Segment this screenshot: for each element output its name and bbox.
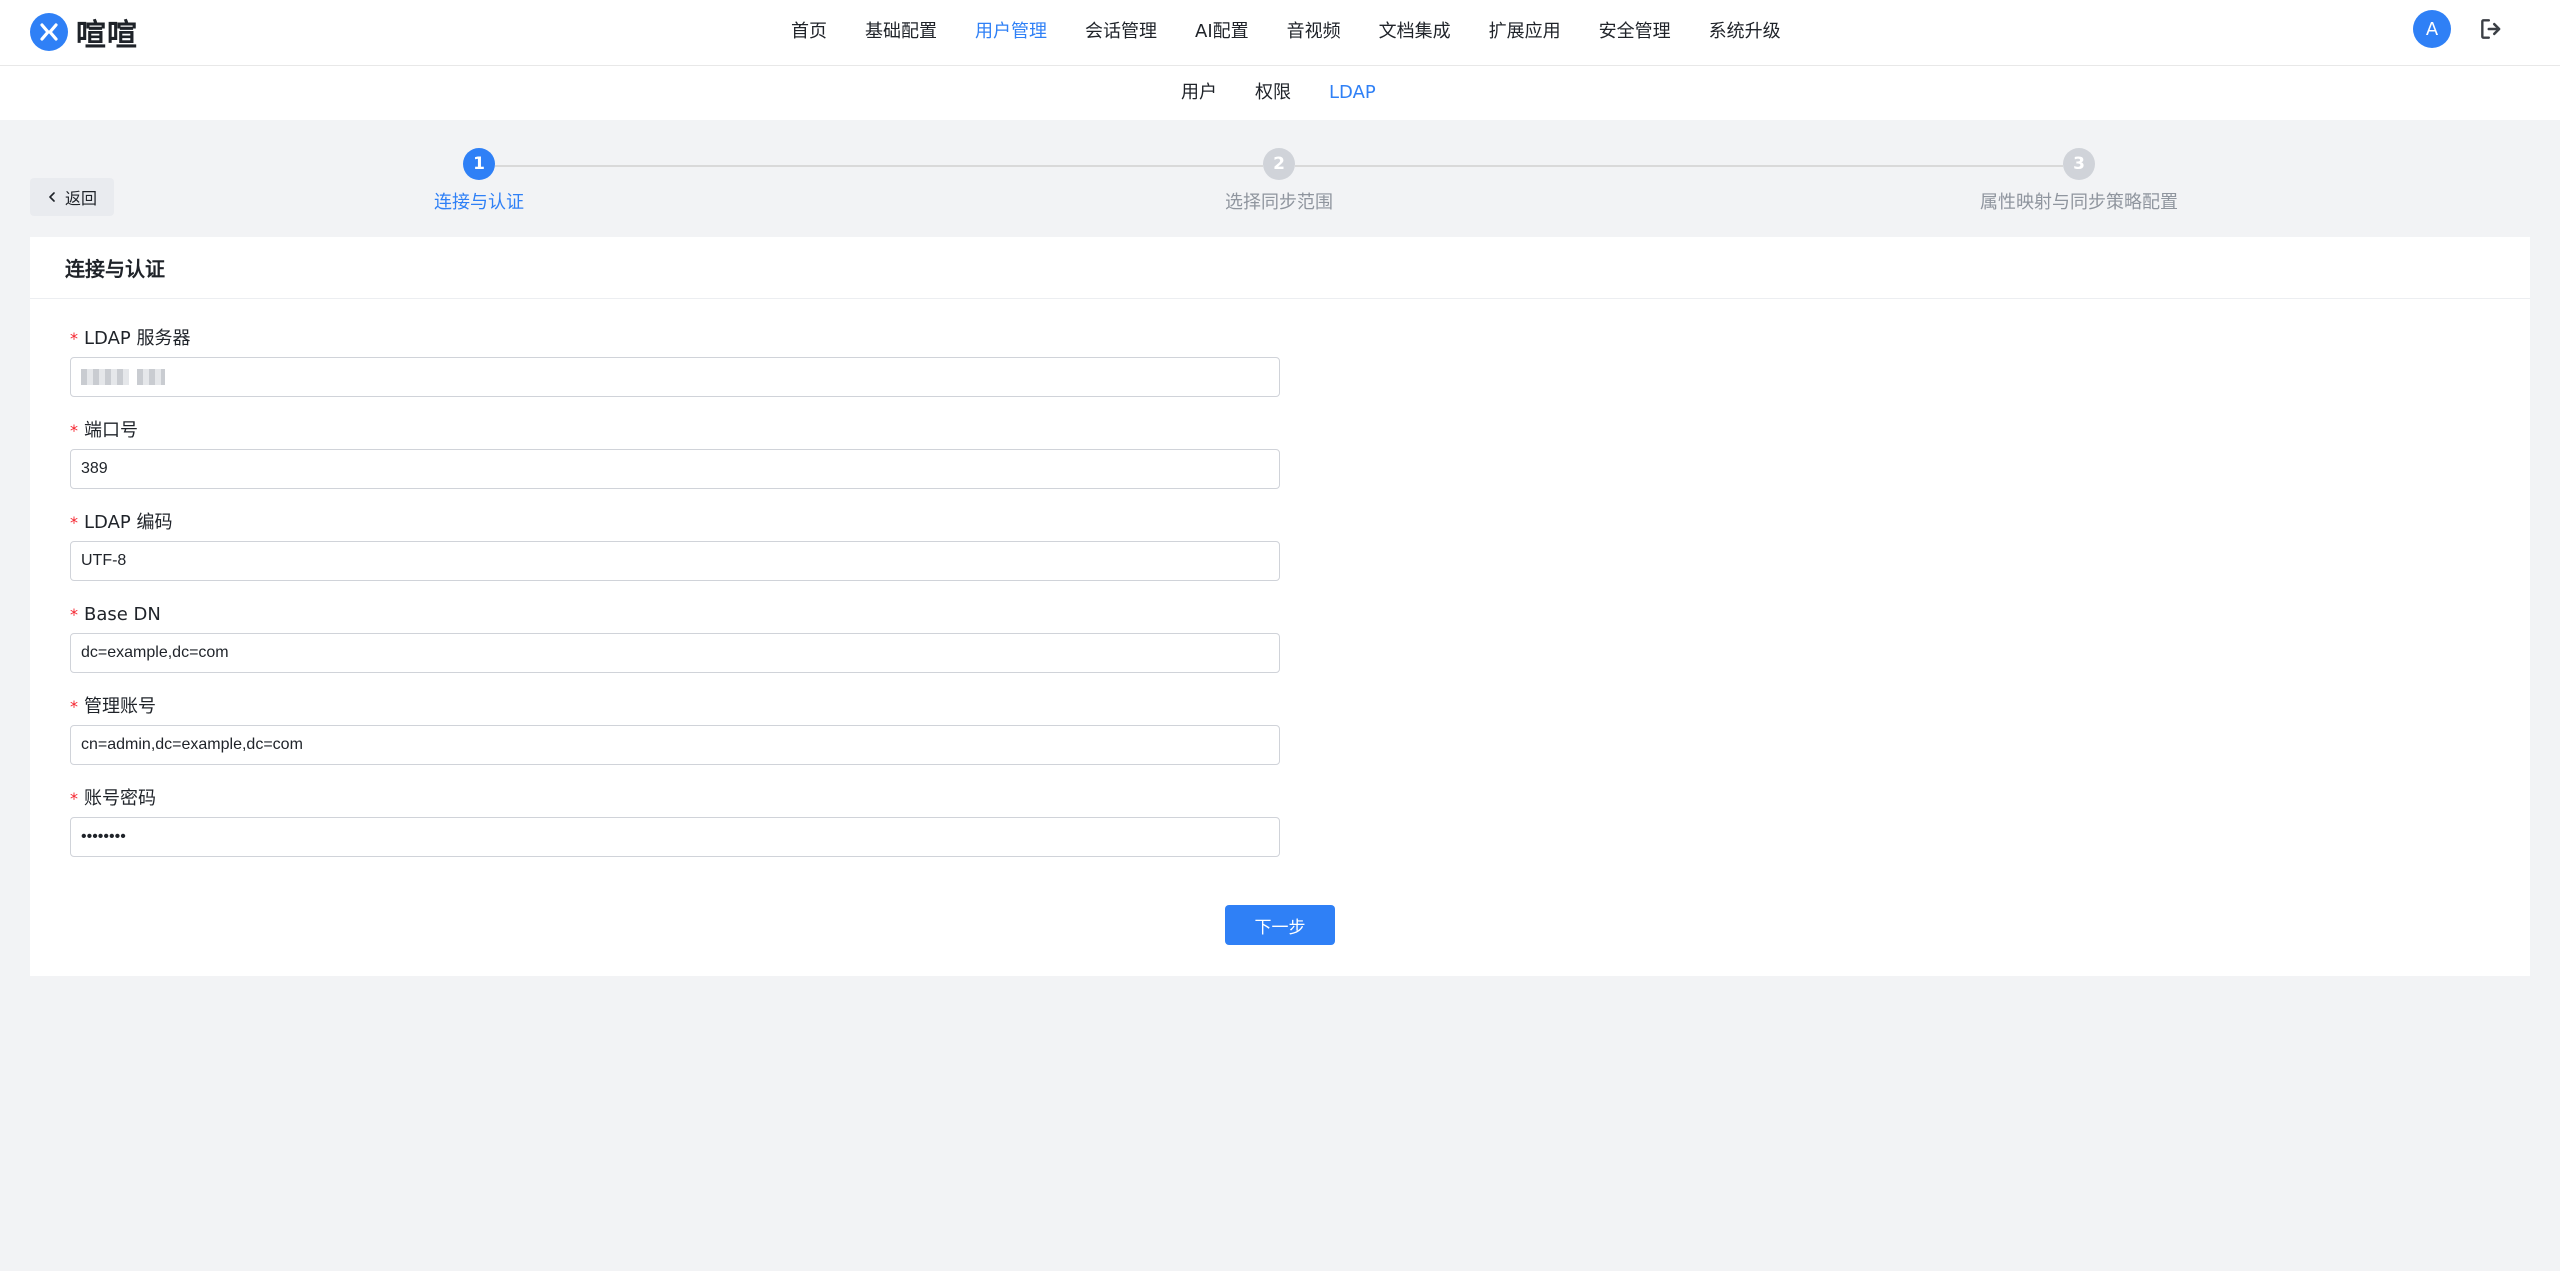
user-avatar[interactable]: A [2413, 10, 2451, 48]
required-mark: * [70, 421, 78, 440]
field-label: * 账号密码 [70, 788, 156, 809]
nav-item-security[interactable]: 安全管理 [1599, 17, 1671, 43]
nav-item-audio-video[interactable]: 音视频 [1287, 17, 1341, 43]
field-label: * Base DN [70, 604, 161, 625]
nav-item-session-management[interactable]: 会话管理 [1085, 17, 1157, 43]
step-number: 3 [2063, 148, 2095, 180]
step-label: 属性映射与同步策略配置 [1980, 192, 2178, 213]
step-sync-scope: 2 选择同步范围 [1149, 148, 1409, 214]
field-label: * 端口号 [70, 420, 138, 441]
step-connector [495, 165, 1263, 167]
field-base-dn: * Base DN [70, 603, 1280, 695]
main-nav: 首页 基础配置 用户管理 会话管理 AI配置 音视频 文档集成 扩展应用 安全管… [772, 0, 1800, 60]
sub-tab-users[interactable]: 用户 [1181, 66, 1217, 120]
sub-tab-permissions[interactable]: 权限 [1255, 66, 1291, 120]
step-connect-auth: 1 连接与认证 [349, 148, 609, 214]
logo-icon [30, 13, 68, 51]
nav-item-doc-integration[interactable]: 文档集成 [1379, 17, 1451, 43]
nav-item-ai-config[interactable]: AI配置 [1195, 17, 1249, 43]
field-label: * LDAP 编码 [70, 512, 173, 533]
field-encoding: * LDAP 编码 [70, 511, 1280, 603]
port-input[interactable] [70, 449, 1280, 489]
step-number: 2 [1263, 148, 1295, 180]
brand-name: 喧喧 [76, 18, 138, 53]
redacted-value [81, 369, 129, 385]
required-mark: * [70, 605, 78, 624]
sub-navbar: 用户 权限 LDAP [0, 66, 2560, 120]
step-connector [1295, 165, 2063, 167]
sub-tab-ldap[interactable]: LDAP [1329, 66, 1376, 120]
step-attribute-mapping: 3 属性映射与同步策略配置 [1949, 148, 2209, 214]
step-number: 1 [463, 148, 495, 180]
step-label: 选择同步范围 [1225, 192, 1333, 213]
step-label: 连接与认证 [434, 192, 524, 213]
field-port: * 端口号 [70, 419, 1280, 511]
required-mark: * [70, 789, 78, 808]
redacted-value [137, 369, 165, 385]
nav-item-home[interactable]: 首页 [791, 17, 827, 43]
field-ldap-server: * LDAP 服务器 [70, 327, 1280, 419]
base-dn-input[interactable] [70, 633, 1280, 673]
sub-nav: 用户 权限 LDAP [1162, 66, 1395, 120]
next-step-button[interactable]: 下一步 [1225, 905, 1335, 945]
card-title: 连接与认证 [30, 237, 2530, 299]
field-admin-account: * 管理账号 [70, 695, 1280, 787]
top-navbar: 喧喧 首页 基础配置 用户管理 会话管理 AI配置 音视频 文档集成 扩展应用 … [0, 0, 2560, 66]
password-input[interactable] [70, 817, 1280, 857]
required-mark: * [70, 697, 78, 716]
required-mark: * [70, 329, 78, 348]
form-card: 连接与认证 *LDAP 服务器 *端口号 *LDAP 编码 * [30, 237, 2530, 976]
logout-icon[interactable] [2478, 16, 2504, 42]
encoding-input[interactable] [70, 541, 1280, 581]
nav-item-extensions[interactable]: 扩展应用 [1489, 17, 1561, 43]
brand-logo[interactable]: 喧喧 [30, 12, 138, 53]
nav-item-user-management[interactable]: 用户管理 [975, 17, 1047, 43]
stepper: 1 连接与认证 2 选择同步范围 3 属性映射与同步策略配置 [0, 148, 2560, 218]
field-label: * LDAP 服务器 [70, 328, 191, 349]
field-password: * 账号密码 [70, 787, 1280, 879]
nav-item-system-upgrade[interactable]: 系统升级 [1709, 17, 1781, 43]
ldap-server-input[interactable] [70, 357, 1280, 397]
field-label: * 管理账号 [70, 696, 156, 717]
required-mark: * [70, 513, 78, 532]
nav-item-basic-config[interactable]: 基础配置 [865, 17, 937, 43]
ldap-form: *LDAP 服务器 *端口号 *LDAP 编码 *Base DN [70, 327, 1280, 879]
admin-account-input[interactable] [70, 725, 1280, 765]
